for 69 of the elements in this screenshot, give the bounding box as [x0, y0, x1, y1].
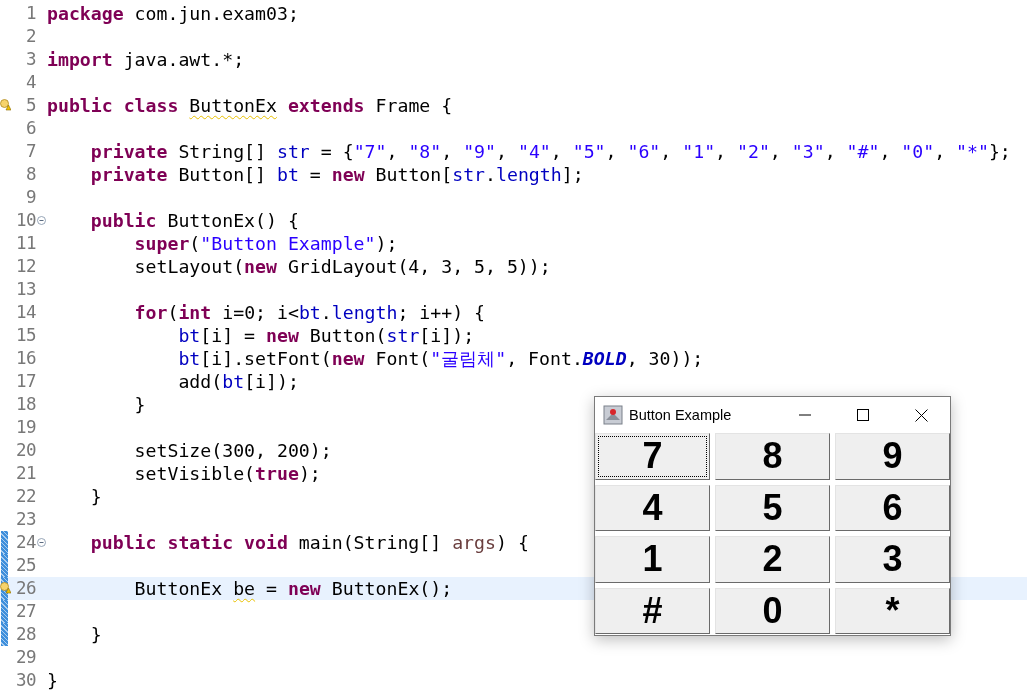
keypad-button[interactable]: 5	[715, 484, 830, 531]
code-line: private Button[] bt = new Button[str.length];	[90, 163, 584, 186]
line-number: 9	[24, 186, 36, 209]
line-number: 21	[14, 462, 36, 485]
code-line: }	[134, 393, 146, 416]
line-number: 22	[14, 485, 36, 508]
line-number: 20	[14, 439, 36, 462]
close-icon	[914, 408, 928, 422]
line-number: 14	[14, 301, 36, 324]
keypad-button[interactable]: 3	[835, 536, 950, 583]
line-number: 27	[14, 600, 36, 623]
maximize-icon	[857, 409, 869, 421]
line-number: 1	[24, 2, 36, 25]
line-number: 13	[14, 278, 36, 301]
line-number: 12	[14, 255, 36, 278]
code-line: ButtonEx be = new ButtonEx();	[134, 577, 453, 600]
keypad-button[interactable]: 8	[715, 433, 830, 480]
code-line: public static void main(String[] args) {	[90, 531, 529, 554]
code-line: import java.awt.*;	[47, 48, 245, 71]
collapse-icon[interactable]	[37, 216, 46, 225]
line-number: 4	[24, 71, 36, 94]
line-number: 30	[14, 669, 36, 692]
minimize-icon	[799, 414, 811, 416]
code-line: package com.jun.exam03;	[47, 2, 299, 25]
code-line: private String[] str = {"7", "8", "9", "4", "5", "6", "1", "2", "3", "#", "0", "*"};	[90, 140, 1011, 163]
code-line: super("Button Example");	[134, 232, 398, 255]
code-line: }	[90, 485, 102, 508]
keypad-button[interactable]: #	[595, 587, 710, 634]
line-number: 23	[14, 508, 36, 531]
code-line: bt[i] = new Button(str[i]);	[178, 324, 475, 347]
line-number: 18	[14, 393, 36, 416]
line-number: 11	[14, 232, 36, 255]
code-line: public class ButtonEx extends Frame {	[47, 94, 453, 117]
code-line: setSize(300, 200);	[134, 439, 332, 462]
code-line: setLayout(new GridLayout(4, 3, 5, 5));	[134, 255, 551, 278]
keypad-button[interactable]: 6	[835, 484, 950, 531]
line-number: 25	[14, 554, 36, 577]
code-line: }	[47, 669, 58, 692]
line-number: 8	[24, 163, 36, 186]
line-number: 19	[14, 416, 36, 439]
line-number: 26	[14, 577, 36, 600]
window-title: Button Example	[629, 407, 733, 423]
keypad-button[interactable]: 9	[835, 433, 950, 480]
keypad-button[interactable]: 7	[595, 433, 710, 480]
keypad-button[interactable]: 0	[715, 587, 830, 634]
keypad-button[interactable]: 1	[595, 536, 710, 583]
line-number: 6	[24, 117, 36, 140]
keypad-button[interactable]: *	[835, 587, 950, 634]
app-icon	[603, 405, 623, 425]
code-line: }	[90, 623, 102, 646]
code-line: bt[i].setFont(new Font("굴림체", Font.BOLD, 30));	[178, 347, 704, 370]
line-number: 5	[24, 94, 36, 117]
line-number: 10	[14, 209, 36, 232]
line-number: 28	[14, 623, 36, 646]
collapse-icon[interactable]	[37, 538, 46, 547]
code-line: setVisible(true);	[134, 462, 321, 485]
line-number: 16	[14, 347, 36, 370]
line-number: 7	[24, 140, 36, 163]
keypad-button[interactable]: 4	[595, 484, 710, 531]
line-number: 15	[14, 324, 36, 347]
line-number: 29	[14, 646, 36, 669]
keypad-button[interactable]: 2	[715, 536, 830, 583]
code-line: public ButtonEx() {	[90, 209, 299, 232]
line-number: 3	[24, 48, 36, 71]
line-number: 24	[14, 531, 36, 554]
line-number: 17	[14, 370, 36, 393]
code-line: add(bt[i]);	[178, 370, 299, 393]
code-line: for(int i=0; i<bt.length; i++) {	[134, 301, 486, 324]
line-number: 2	[24, 25, 36, 48]
